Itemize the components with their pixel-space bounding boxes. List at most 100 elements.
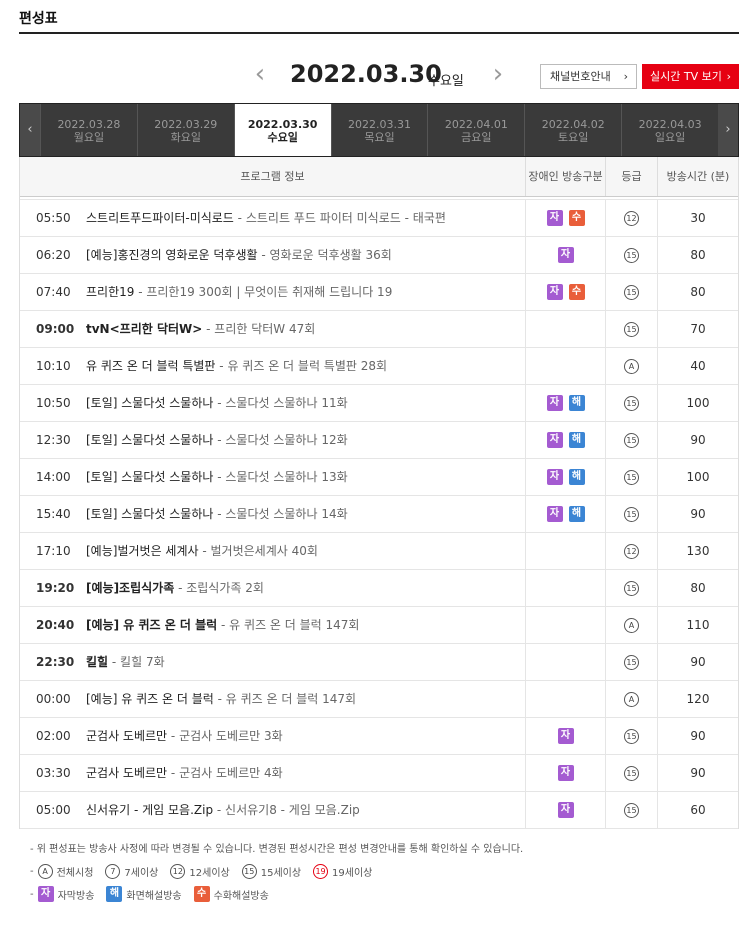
date-tab-date: 2022.03.29 [154,118,218,131]
table-row: 22:30 킬힐 - 킬힐 7화 15 90 [20,644,738,681]
row-program[interactable]: 유 퀴즈 온 더 블럭 특별판 - 유 퀴즈 온 더 블럭 특별판 28회 [86,348,526,384]
date-tab-day: 목요일 [364,131,395,144]
grade-icon: 12 [170,864,186,879]
row-grade: A [606,607,658,643]
row-program[interactable]: 군검사 도베르만 - 군검사 도베르만 3화 [86,718,526,754]
row-time: 05:00 [36,803,71,817]
row-program[interactable]: [토일] 스물다섯 스물하나 - 스물다섯 스물하나 13화 [86,459,526,495]
date-tab[interactable]: 2022.04.01 금요일 [427,104,524,156]
date-tab[interactable]: 2022.04.02 토요일 [524,104,621,156]
row-grade: A [606,681,658,717]
row-program[interactable]: tvN<프리한 닥터W> - 프리한 닥터W 47회 [86,311,526,347]
row-time: 00:00 [36,692,71,706]
legend-dash: - [30,888,34,900]
table-row: 10:10 유 퀴즈 온 더 블럭 특별판 - 유 퀴즈 온 더 블럭 특별판 2… [20,348,738,385]
grade-icon: 19 [313,864,329,879]
date-tab[interactable]: 2022.03.30 수요일 [233,104,331,156]
row-duration: 90 [690,433,706,447]
date-tab[interactable]: 2022.03.29 화요일 [136,104,234,156]
tabs-prev-arrow-icon[interactable]: ‹ [20,104,40,156]
row-program[interactable]: 킬힐 - 킬힐 7화 [86,644,526,680]
row-time: 10:50 [36,396,71,410]
row-program[interactable]: [예능]홍진경의 영화로운 덕후생활 - 영화로운 덕후생활 36회 [86,237,526,273]
grade-icon: 15 [624,580,639,596]
program-episode: - 스트리트 푸드 파이터 미식로드 - 태국편 [233,211,446,225]
date-tab[interactable]: 2022.03.31 목요일 [330,104,428,156]
program-title: [토일] 스물다섯 스물하나 [86,470,214,484]
row-program[interactable]: [토일] 스물다섯 스물하나 - 스물다섯 스물하나 11화 [86,385,526,421]
row-program[interactable]: 신서유기 - 게임 모음.Zip - 신서유기8 - 게임 모음.Zip [86,792,526,828]
row-program[interactable]: [예능]조립식가족 - 조립식가족 2회 [86,570,526,606]
grade-icon: 15 [624,802,639,818]
row-grade: 12 [606,200,658,236]
row-accessibility: 자해 [526,496,606,532]
date-tab-day: 일요일 [654,131,686,144]
program-episode: - 스물다섯 스물하나 13화 [213,470,348,484]
caption-badge: 자 [37,886,54,902]
row-duration: 60 [690,803,706,817]
grade-icon: A [37,864,53,879]
row-duration: 90 [690,729,706,743]
row-duration: 70 [690,322,706,336]
date-tab[interactable]: 2022.03.28 월요일 [40,104,137,156]
row-program[interactable]: [예능] 유 퀴즈 온 더 블럭 - 유 퀴즈 온 더 블럭 147회 [86,607,526,643]
program-title: [예능] 유 퀴즈 온 더 블럭 [86,618,218,632]
date-tab-day: 금요일 [461,131,492,144]
current-date: 2022.03.30 [290,60,442,88]
row-program[interactable]: [토일] 스물다섯 스물하나 - 스물다섯 스물하나 14화 [86,496,526,532]
row-time: 12:30 [36,433,71,447]
tabs-next-arrow-icon[interactable]: › [718,104,738,156]
grade-icon: 7 [105,864,121,879]
program-title: 유 퀴즈 온 더 블럭 특별판 [86,359,216,373]
table-row: 15:40 [토일] 스물다섯 스물하나 - 스물다섯 스물하나 14화 자 해 15 9… [20,496,738,533]
prev-date-arrow-icon[interactable]: ‹ [250,61,270,87]
row-duration: 90 [690,766,706,780]
table-row: 05:50 스트리트푸드파이터-미식로드 - 스트리트 푸드 파이터 미식로드 -… [20,200,738,237]
row-accessibility: 자해 [526,422,606,458]
next-date-arrow-icon[interactable]: › [488,61,508,87]
program-title: [예능]벌거벗은 세계사 [86,544,199,558]
grade-icon: A [624,691,639,707]
table-row: 03:30 군검사 도베르만 - 군검사 도베르만 4화 자 15 90 [20,755,738,792]
table-row: 06:20 [예능]홍진경의 영화로운 덕후생활 - 영화로운 덕후생활 36회 자… [20,237,738,274]
row-accessibility [526,533,606,569]
caption-badge: 자 [546,506,563,522]
row-program[interactable]: 프리한19 - 프리한19 300회 | 무엇이든 취재해 드립니다 19 [86,274,526,310]
accessibility-legend-label: 화면해설방송 [126,890,182,902]
program-episode: - 영화로운 덕후생활 36회 [257,248,392,262]
grade-legend-label: 7세이상 [124,868,159,879]
row-duration: 40 [690,359,706,373]
row-time: 14:00 [36,470,71,484]
row-duration: 110 [686,618,710,632]
row-accessibility [526,311,606,347]
row-program[interactable]: 스트리트푸드파이터-미식로드 - 스트리트 푸드 파이터 미식로드 - 태국편 [86,200,526,236]
row-duration: 90 [690,655,706,669]
chevron-right-icon: › [726,70,731,83]
caption-badge: 자 [546,210,563,226]
date-tab[interactable]: 2022.04.03 일요일 [621,104,718,156]
channel-number-button[interactable]: 채널번호안내 › [540,64,637,89]
row-program[interactable]: [토일] 스물다섯 스물하나 - 스물다섯 스물하나 12화 [86,422,526,458]
legend-dash: - [30,866,34,877]
live-tv-button[interactable]: 실시간 TV 보기 › [642,64,739,89]
grade-icon: A [624,617,639,633]
date-tab-day: 수요일 [267,131,298,144]
schedule-table: 프로그램 정보 장애인 방송구분 등급 방송시간 (분) 05:50 스트리트푸드… [19,157,739,829]
row-program[interactable]: [예능] 유 퀴즈 온 더 블럭 - 유 퀴즈 온 더 블럭 147회 [86,681,526,717]
grade-icon: 15 [624,321,639,337]
row-time: 05:50 [36,211,71,225]
row-accessibility: 자수 [526,274,606,310]
accessibility-legend: - 자 자막방송 해 화면해설방송 수 수화해설방송 [30,886,277,902]
header-program-info: 프로그램 정보 [20,157,526,196]
audio-description-badge: 해 [568,395,585,411]
program-episode: - 신서유기8 - 게임 모음.Zip [213,803,360,817]
row-accessibility [526,681,606,717]
row-grade: A [606,348,658,384]
row-duration: 80 [690,285,706,299]
date-tab-date: 2022.03.31 [348,118,411,131]
caption-badge: 자 [557,728,574,744]
row-time: 10:10 [36,359,71,373]
program-title: [토일] 스물다섯 스물하나 [86,433,214,447]
row-program[interactable]: [예능]벌거벗은 세계사 - 벌거벗은세계사 40회 [86,533,526,569]
row-program[interactable]: 군검사 도베르만 - 군검사 도베르만 4화 [86,755,526,791]
